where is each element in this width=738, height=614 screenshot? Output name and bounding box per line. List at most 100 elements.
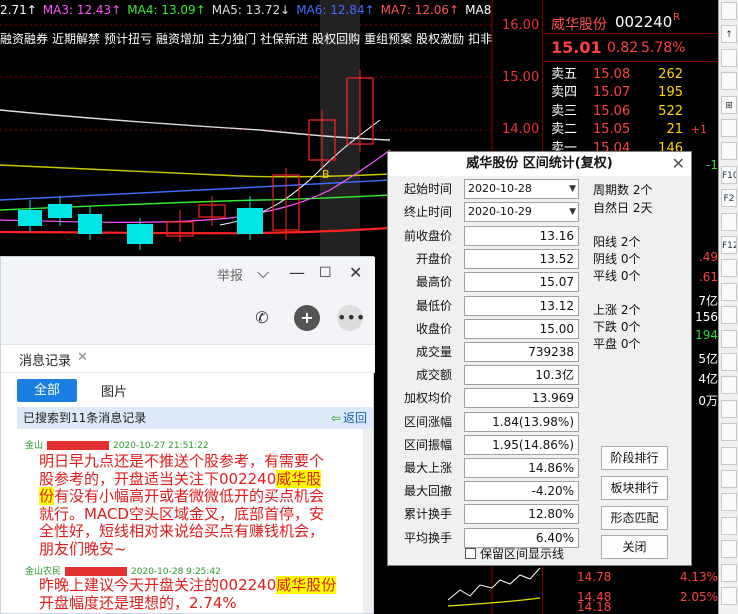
toolbar-button[interactable] [721,48,737,67]
news-tag[interactable]: 股权激励 [416,32,464,46]
stat-label: 加权均价 [403,391,452,406]
news-tag-bar[interactable]: 融资融券 近期解禁 预计扭亏 融资增加 主力独门 社保新进 股权回购 重组预案 股权激励 扣非 [0,29,492,49]
start-date-picker[interactable]: 2020-10-28 ▼ [464,179,579,199]
ask-row: 卖三 15.06 522 [551,103,711,121]
message-text: 明日早九点还是不推送个股参考，有需要个股参考的，开盘适当关注下002240威华股… [39,452,329,558]
stat-value: 13.16 [464,226,579,246]
chevron-down-icon[interactable]: ⌵ [257,263,269,283]
summary-item: 平盘 0个 [593,337,641,351]
quote-stat: 4.13% [679,570,718,584]
quote-stat: .49 [698,250,718,264]
report-button[interactable]: 举报 [217,265,243,284]
quote-stat: 14.18 [577,600,612,614]
toolbar-button[interactable] [721,376,737,395]
back-button[interactable]: ⇦ 返回 [331,407,367,429]
ma-value: MA7: 12.06↑ [380,3,460,17]
news-tag[interactable]: 近期解禁 [52,32,100,46]
minimize-icon[interactable]: — [289,263,305,282]
toolbar-button[interactable] [721,493,737,512]
summary-item: 上涨 2个 [593,303,641,317]
close-tab-icon[interactable]: ✕ [77,350,88,365]
stat-value: -4.20% [464,481,579,502]
toolbar-button[interactable]: F10 [721,165,737,184]
news-tag[interactable]: 融资增加 [156,32,204,46]
ask-volume: 21 [666,122,683,138]
toolbar-button[interactable] [721,399,737,418]
message-fragment: 开盘幅度还是理想的，2.74% [39,593,237,612]
toolbar-button[interactable] [721,540,737,559]
toolbar-button[interactable] [721,306,737,325]
toolbar-button[interactable] [721,259,737,278]
toolbar-button[interactable] [721,72,737,91]
close-icon[interactable]: ✕ [349,263,362,282]
start-time-row: 起始时间 2020-10-28 ▼ [388,179,588,199]
ask-price: 15.05 [593,122,631,138]
checkbox[interactable] [465,548,476,559]
stat-label: 前收盘价 [403,229,452,243]
toolbar-button[interactable] [721,353,737,371]
stat-label: 最低价 [415,298,452,313]
tab-message-history[interactable]: 消息记录 [19,350,71,369]
redacted-name [65,567,128,576]
summary-item: 阴线 0个 [593,252,641,266]
dropdown-icon[interactable]: ▼ [569,180,576,198]
redacted-name [47,441,110,450]
toolbar-button[interactable] [721,446,737,465]
news-tag[interactable]: 融资融券 [0,32,48,46]
ask-row: 卖五 15.08 262 [551,66,711,84]
toolbar-button[interactable]: F2 [721,189,737,208]
news-tag[interactable]: 重组预案 [364,32,412,46]
toolbar-button[interactable]: F12 [721,236,737,254]
ask-label: 卖五 [551,67,578,82]
stat-row: 成交额 10.3亿 [388,365,588,386]
toolbar-button[interactable] [721,470,737,488]
toolbar-button[interactable] [721,212,737,231]
toolbar-button[interactable] [721,142,737,161]
add-icon[interactable]: + [294,305,320,331]
divider [543,33,719,34]
close-icon[interactable]: ✕ [672,152,685,176]
toolbar-button[interactable] [721,587,737,605]
quote-stat: 7亿 [698,294,718,308]
toolbar-button[interactable] [721,119,737,137]
toolbar-button[interactable] [721,2,737,20]
ask-volume: 262 [658,67,683,82]
more-icon[interactable]: ••• [337,305,365,331]
dialog-button[interactable]: 形态匹配 [601,506,668,530]
toolbar-button[interactable]: ⊞ [721,95,737,114]
toolbar-button[interactable] [721,423,737,442]
toolbar-button[interactable] [721,282,737,301]
toolbar-button[interactable] [721,516,737,535]
ask-label: 卖三 [551,103,578,119]
end-date-picker[interactable]: 2020-10-29 ▼ [464,202,579,222]
keep-interval-lines-option[interactable]: 保留区间显示线 [465,545,564,562]
toolbar-button[interactable] [721,329,737,348]
dialog-button[interactable]: 关闭 [601,535,668,559]
stat-label: 区间振幅 [403,437,452,452]
ma-value: MA4: 13.09↑ [127,3,206,17]
quote-stat: -1 [706,158,718,172]
stat-value: 13.12 [464,295,579,316]
dropdown-icon[interactable]: ▼ [569,203,576,221]
news-tag[interactable]: 扣非 [468,32,492,46]
news-tag[interactable]: 主力独门 [208,32,256,46]
news-tag[interactable]: 股权回购 [312,32,360,46]
quote-stat: 5亿 [698,352,718,366]
ask-price: 15.07 [593,85,631,101]
stat-label: 成交额 [415,368,452,383]
images-tab[interactable]: 图片 [101,381,127,400]
summary-item: 下跌 0个 [593,320,641,334]
phone-icon[interactable]: ✆ [249,305,275,331]
scrollbar[interactable] [363,429,373,613]
all-button[interactable]: 全部 [17,379,77,402]
toolbar-button[interactable]: ↑ [721,25,737,44]
news-tag[interactable]: 预计扭亏 [104,32,152,46]
chat-toolbar: ✆ + ••• [1,291,375,345]
ask-price: 15.06 [593,103,631,119]
dialog-button[interactable]: 阶段排行 [601,446,668,470]
ask-volume: 195 [658,85,683,101]
news-tag[interactable]: 社保新进 [260,32,308,46]
toolbar-button[interactable] [721,563,737,582]
maximize-icon[interactable]: ☐ [319,265,332,281]
dialog-button[interactable]: 板块排行 [601,476,668,500]
